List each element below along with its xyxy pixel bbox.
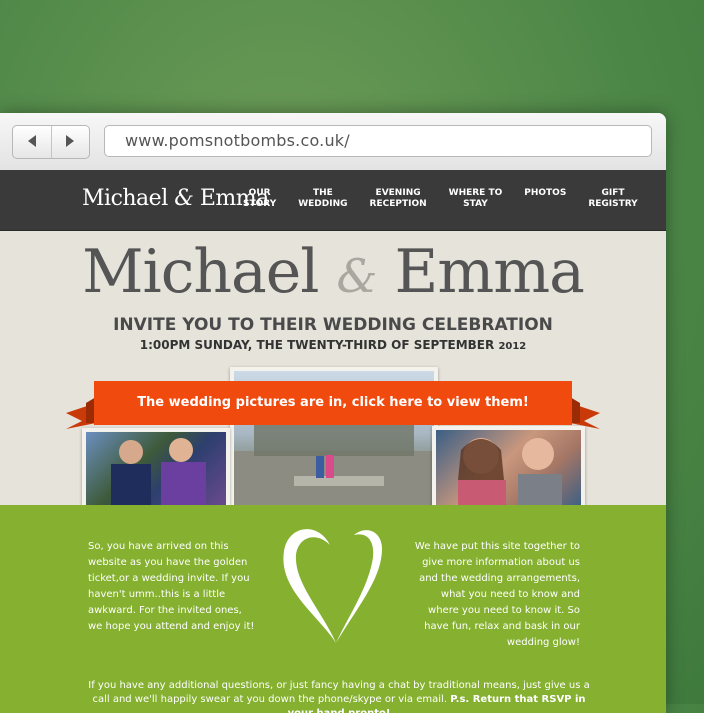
logo-ampersand: & xyxy=(174,186,194,211)
intro-right-text: We have put this site together to give m… xyxy=(414,541,580,648)
title-first-name: Michael xyxy=(82,237,319,307)
logo-first-name: Michael xyxy=(82,186,168,211)
menu-item-where-to-stay[interactable]: WHERE TO STAY xyxy=(449,188,503,210)
chevron-left-icon xyxy=(27,134,37,150)
intro-left-text: So, you have arrived on this website as … xyxy=(88,541,255,632)
contact-text: If you have any additional questions, or… xyxy=(88,680,590,713)
title-second-name: Emma xyxy=(394,237,585,307)
page-title: Michael & Emma xyxy=(0,237,666,307)
address-bar[interactable]: www.pomsnotbombs.co.uk/ xyxy=(104,125,652,157)
forward-button[interactable] xyxy=(52,126,90,158)
site-menu: OUR STORY THE WEDDING EVENING RECEPTION WHE… xyxy=(243,188,660,210)
web-page: Michael & Emma OUR STORY THE WEDDING EVENI… xyxy=(0,170,666,713)
browser-toolbar: www.pomsnotbombs.co.uk/ xyxy=(0,113,666,171)
site-logo[interactable]: Michael & Emma xyxy=(82,186,269,211)
nav-buttons xyxy=(12,125,90,159)
invite-heading: INVITE YOU TO THEIR WEDDING CELEBRATION xyxy=(113,315,553,335)
hero-section: Michael & Emma INVITE YOU TO THEIR WEDDI… xyxy=(0,231,666,512)
menu-item-gift-registry[interactable]: GIFT REGISTRY xyxy=(588,188,637,210)
back-button[interactable] xyxy=(13,126,52,158)
menu-item-our-story[interactable]: OUR STORY xyxy=(243,188,276,210)
photo-couple-1[interactable] xyxy=(82,428,230,512)
title-ampersand: & xyxy=(336,249,378,303)
wedding-pictures-link[interactable]: The wedding pictures are in, click here … xyxy=(92,395,574,410)
site-header: Michael & Emma OUR STORY THE WEDDING EVENI… xyxy=(0,170,666,231)
browser-window: www.pomsnotbombs.co.uk/ Michael & Emma O… xyxy=(0,113,666,713)
heart-icon xyxy=(283,529,382,643)
chevron-right-icon xyxy=(65,134,75,150)
intro-section: So, you have arrived on this website as … xyxy=(0,505,666,713)
photo-couple-2[interactable] xyxy=(432,426,585,512)
menu-item-photos[interactable]: PHOTOS xyxy=(524,188,566,210)
event-date: 1:00PM SUNDAY, THE TWENTY-THIRD OF SEPTE… xyxy=(139,338,527,352)
menu-item-evening-reception[interactable]: EVENING RECEPTION xyxy=(370,188,427,210)
menu-item-the-wedding[interactable]: THE WEDDING xyxy=(298,188,347,210)
